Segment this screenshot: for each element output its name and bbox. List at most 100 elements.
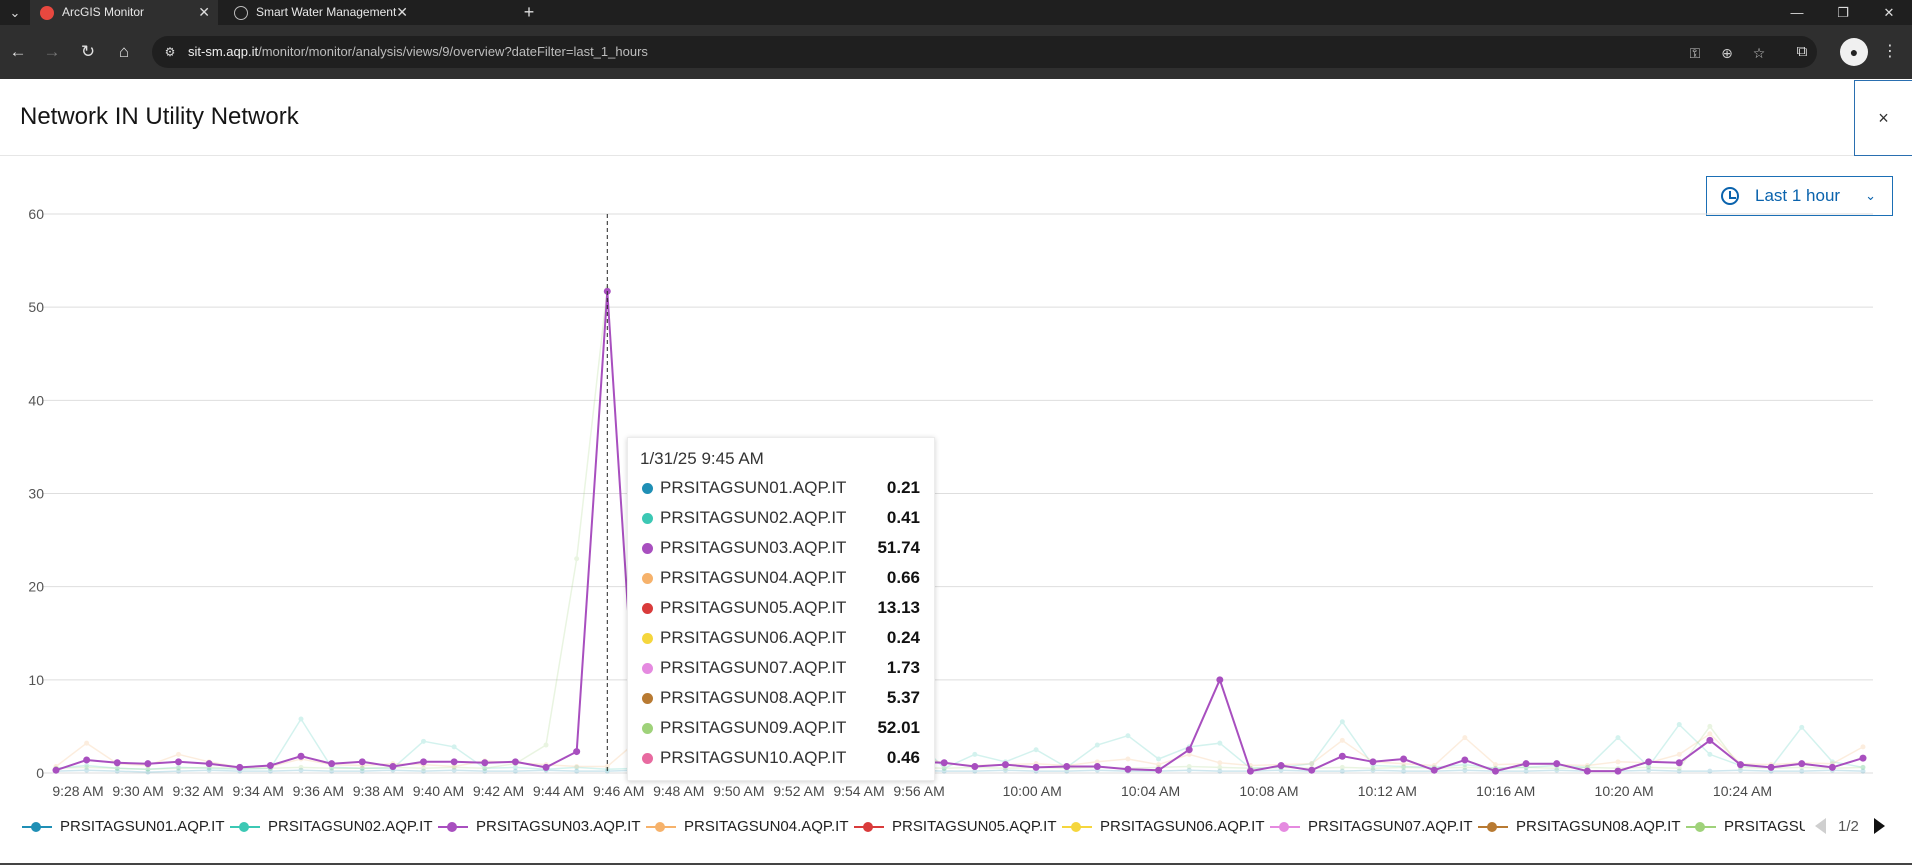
- tooltip-row: PRSITAGSUN01.AQP.IT 0.21: [640, 476, 922, 506]
- legend-swatch-icon: [854, 822, 884, 832]
- browser-tab-arcgis-monitor[interactable]: ArcGIS Monitor ✕: [30, 0, 218, 25]
- tab-close-icon[interactable]: ✕: [396, 0, 408, 25]
- browser-menu-icon[interactable]: ⋮: [1880, 40, 1900, 64]
- bookmark-star-icon[interactable]: ☆: [1750, 44, 1768, 62]
- series-dot-icon: [642, 573, 653, 584]
- data-point: [236, 763, 244, 771]
- x-tick-label: 9:52 AM: [773, 783, 824, 799]
- data-point: [1707, 731, 1713, 737]
- browser-tab-strip: ⌄ ArcGIS Monitor ✕ Smart Water Managemen…: [0, 0, 1912, 44]
- data-point: [574, 763, 580, 769]
- browser-tab-smart-water[interactable]: Smart Water Management SIT ✕: [224, 0, 416, 44]
- data-point: [113, 759, 121, 767]
- series-PRSITAGSUN03.AQP.IT: [52, 287, 1867, 775]
- restore-icon[interactable]: ❐: [1820, 0, 1866, 25]
- x-tick-label: 9:50 AM: [713, 783, 764, 799]
- tooltip-series-name: PRSITAGSUN09.AQP.IT: [660, 718, 847, 737]
- tooltip-series-value: 0.66: [886, 568, 920, 587]
- data-point: [1400, 755, 1408, 763]
- legend-item[interactable]: PRSITAGSUN09.AQP.IT: [1686, 812, 1805, 842]
- data-point: [1217, 740, 1223, 746]
- x-tick-label: 10:04 AM: [1121, 783, 1180, 799]
- line-chart[interactable]: 0 10 20 30 40 50 60 9:28 AM 9:30 AM 9:32 AM 9:34 A…: [0, 79, 1912, 809]
- tab-search-chevron-icon[interactable]: ⌄: [4, 2, 26, 24]
- data-point: [1798, 760, 1806, 768]
- data-point: [144, 760, 152, 768]
- window-close-icon[interactable]: ✕: [1866, 0, 1912, 25]
- data-point: [1309, 761, 1315, 767]
- data-point: [297, 752, 305, 760]
- url-text[interactable]: sit-sm.aqp.it/monitor/monitor/analysis/v…: [188, 44, 648, 59]
- tooltip-series-name: PRSITAGSUN08.AQP.IT: [660, 688, 847, 707]
- x-tick-label: 9:56 AM: [893, 783, 944, 799]
- data-point: [1860, 764, 1866, 770]
- forward-icon[interactable]: →: [40, 40, 64, 64]
- profile-avatar-icon[interactable]: ●: [1840, 38, 1868, 66]
- data-point: [175, 758, 183, 766]
- address-bar[interactable]: ⚙ sit-sm.aqp.it/monitor/monitor/analysis…: [152, 36, 1817, 68]
- data-point: [52, 766, 60, 774]
- tooltip-series-name: PRSITAGSUN06.AQP.IT: [660, 628, 847, 647]
- legend-item[interactable]: PRSITAGSUN01.AQP.IT: [22, 812, 225, 842]
- page: Network IN Utility Network × Last 1 hour…: [0, 79, 1912, 865]
- data-point: [1094, 742, 1100, 748]
- zoom-icon[interactable]: ⊕: [1718, 44, 1736, 62]
- tooltip-row: PRSITAGSUN07.AQP.IT 1.73: [640, 656, 922, 686]
- series-PRSITAGSUN09.AQP.IT: [53, 286, 1866, 772]
- data-point: [543, 742, 549, 748]
- data-point: [1583, 767, 1591, 775]
- data-point: [421, 738, 427, 744]
- data-point: [83, 756, 91, 764]
- legend-item[interactable]: PRSITAGSUN08.AQP.IT: [1478, 812, 1681, 842]
- data-point: [1767, 763, 1775, 771]
- y-tick-label: 50: [28, 299, 44, 315]
- back-icon[interactable]: ←: [6, 40, 30, 64]
- y-tick-label: 0: [36, 765, 44, 781]
- data-point: [1462, 735, 1468, 741]
- site-info-icon[interactable]: ⚙: [162, 44, 178, 60]
- data-point: [358, 758, 366, 766]
- data-point: [573, 748, 581, 756]
- data-point: [1185, 746, 1193, 754]
- series-dot-icon: [642, 723, 653, 734]
- home-icon[interactable]: ⌂: [112, 40, 136, 64]
- legend-label: PRSITAGSUN01.AQP.IT: [60, 818, 225, 835]
- data-point: [482, 765, 488, 771]
- data-point: [1676, 722, 1682, 728]
- data-point: [298, 716, 304, 722]
- extensions-icon[interactable]: ⧉: [1790, 40, 1814, 64]
- legend-swatch-icon: [22, 822, 52, 832]
- tab-close-icon[interactable]: ✕: [198, 0, 210, 25]
- tooltip-series-name: PRSITAGSUN10.AQP.IT: [660, 748, 847, 767]
- data-point: [1338, 752, 1346, 760]
- data-point: [114, 765, 120, 771]
- chart-tooltip: 1/31/25 9:45 AM PRSITAGSUN01.AQP.IT 0.21 P…: [627, 437, 935, 781]
- tooltip-series-value: 1.73: [886, 658, 920, 677]
- legend-item[interactable]: PRSITAGSUN04.AQP.IT: [646, 812, 849, 842]
- new-tab-icon[interactable]: +: [518, 0, 540, 25]
- legend-label: PRSITAGSUN03.AQP.IT: [476, 818, 641, 835]
- legend-item[interactable]: PRSITAGSUN02.AQP.IT: [230, 812, 433, 842]
- data-point: [421, 765, 427, 771]
- legend-swatch-icon: [230, 822, 260, 832]
- minimize-icon[interactable]: —: [1774, 0, 1820, 25]
- legend-label: PRSITAGSUN06.AQP.IT: [1100, 818, 1265, 835]
- x-tick-label: 9:34 AM: [233, 783, 284, 799]
- legend-item[interactable]: PRSITAGSUN06.AQP.IT: [1062, 812, 1265, 842]
- tooltip-series-name: PRSITAGSUN04.AQP.IT: [660, 568, 847, 587]
- series-dot-icon: [642, 543, 653, 554]
- reload-icon[interactable]: ↻: [76, 40, 100, 64]
- data-point: [451, 764, 457, 770]
- data-point: [451, 744, 457, 750]
- data-point: [1615, 735, 1621, 741]
- legend-swatch-icon: [1062, 822, 1092, 832]
- password-key-icon[interactable]: ⚿: [1686, 44, 1704, 62]
- data-point: [84, 764, 90, 770]
- legend-item[interactable]: PRSITAGSUN07.AQP.IT: [1270, 812, 1473, 842]
- legend-next-icon[interactable]: [1874, 818, 1885, 834]
- legend-item[interactable]: PRSITAGSUN03.AQP.IT: [438, 812, 641, 842]
- legend-prev-icon[interactable]: [1815, 818, 1826, 834]
- data-point: [1125, 733, 1131, 739]
- data-point: [145, 766, 151, 772]
- legend-item[interactable]: PRSITAGSUN05.AQP.IT: [854, 812, 1057, 842]
